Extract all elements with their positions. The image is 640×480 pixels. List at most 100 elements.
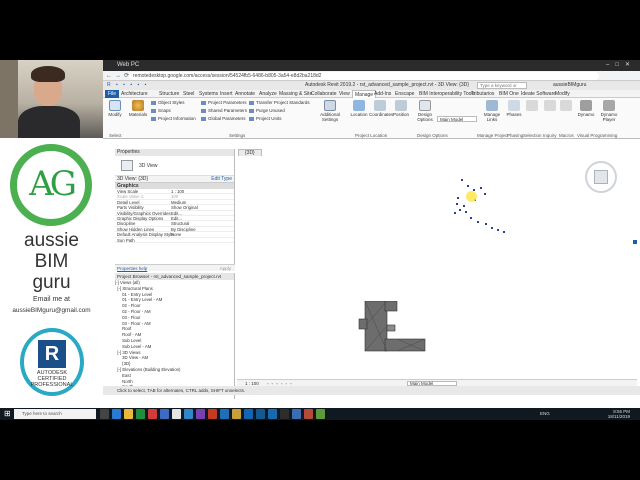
window-controls[interactable]: –□✕ (606, 60, 636, 71)
wall-block-top (384, 301, 398, 312)
quick-access-toolbar[interactable]: R ▪ ▪ ▪ ▪ ▪ (107, 81, 148, 90)
windows-taskbar: ⊞ Type here to search 8:55 PM 18/11/2019… (0, 408, 640, 420)
selection-button[interactable] (525, 100, 539, 112)
app-icon-red[interactable] (148, 409, 157, 419)
type-selector[interactable]: 3D View (115, 156, 234, 176)
design-options-icon (419, 100, 431, 111)
system-tray[interactable]: 8:55 PM 18/11/2019 (560, 409, 630, 419)
tab-annotate[interactable]: Annotate (235, 90, 255, 98)
transfer-standards-button[interactable]: Transfer Project Standards (249, 100, 310, 106)
project-information-label: Project Information (158, 116, 196, 121)
project-information-button[interactable]: Project Information (151, 116, 196, 122)
project-units-button[interactable]: Project Units (249, 116, 282, 122)
presenter-webcam (0, 60, 103, 138)
design-option-select[interactable]: Main Model (437, 116, 477, 122)
modify-label: Modify (108, 112, 122, 117)
tab-steel[interactable]: Steel (183, 90, 194, 98)
tab-insert[interactable]: Insert (220, 90, 233, 98)
tab-modify[interactable]: Modify (555, 90, 570, 98)
webcam-background (0, 60, 18, 138)
app-icon-steel[interactable] (292, 409, 301, 419)
view-tab-3d[interactable]: {3D} (238, 149, 262, 156)
coordinates-label: Coordinates (369, 112, 394, 117)
side-toggle-icon[interactable] (633, 240, 637, 244)
tab-architecture[interactable]: Architecture (121, 90, 148, 98)
shared-parameters-button[interactable]: Shared Parameters (201, 108, 247, 114)
app-icon-white[interactable] (172, 409, 181, 419)
instance-selector[interactable]: 3D View: {3D} Edit Type (115, 176, 234, 183)
viewcube-icon[interactable] (585, 161, 617, 193)
modify-button[interactable]: Modify (105, 100, 125, 117)
revit-app-icon-3[interactable] (268, 409, 277, 419)
macros-button[interactable] (559, 100, 573, 112)
materials-button[interactable]: Materials (127, 100, 149, 117)
property-row[interactable]: Sun Path (115, 238, 234, 243)
properties-help-link[interactable]: Properties help (117, 265, 147, 272)
app-icon-green[interactable] (316, 409, 325, 419)
tab-ideate[interactable]: Ideate Software (521, 90, 556, 98)
tab-massing-site[interactable]: Massing & Site (279, 90, 312, 98)
tab-systems[interactable]: Systems (199, 90, 218, 98)
app-icon-navy[interactable] (220, 409, 229, 419)
app-icon-blue[interactable] (160, 409, 169, 419)
app-icon-rust[interactable] (304, 409, 313, 419)
dynamo-button[interactable]: Dynamo (577, 100, 595, 117)
location-label: Location (350, 112, 368, 117)
additional-settings-button[interactable]: Additional Settings (315, 100, 345, 122)
tab-structure[interactable]: Structure (159, 90, 179, 98)
phases-button[interactable]: Phases (505, 100, 523, 117)
additional-settings-icon (324, 100, 336, 111)
tab-view[interactable]: View (339, 90, 350, 98)
revit-app-icon-2[interactable] (256, 409, 265, 419)
project-parameters-button[interactable]: Project Parameters (201, 100, 247, 106)
manage-links-button[interactable]: Manage Links (481, 100, 503, 122)
file-explorer-icon[interactable] (124, 409, 133, 419)
coordinates-button[interactable]: Coordinates (369, 100, 394, 117)
tab-add-ins[interactable]: Add-Ins (374, 90, 391, 98)
tab-analyze[interactable]: Analyze (259, 90, 277, 98)
taskbar-search-input[interactable]: Type here to search (14, 409, 96, 419)
user-account[interactable]: aussieBIMguru (553, 81, 586, 90)
drawing-canvas[interactable]: {3D} (237, 149, 637, 379)
help-search-input[interactable]: Type a keyword or phrase (477, 82, 527, 94)
windows-start-icon[interactable]: ⊞ (4, 410, 11, 418)
chrome-icon[interactable] (136, 409, 145, 419)
tab-bim-interoperability[interactable]: BIM Interoperability Tools (419, 90, 475, 98)
manage-links-label: Manage Links (483, 112, 501, 122)
object-styles-icon (151, 100, 156, 105)
object-styles-button[interactable]: Object Styles (151, 100, 185, 106)
url-input[interactable]: remotedesktop.google.com/access/session/… (129, 72, 599, 80)
email-address: aussieBIMguru@gmail.com (12, 307, 91, 314)
tab-tributarios[interactable]: Tributarios (471, 90, 494, 98)
apply-button[interactable]: Apply (220, 265, 231, 272)
design-options-button[interactable]: Design Options (415, 100, 435, 122)
edge-icon[interactable] (112, 409, 121, 419)
edit-type-button[interactable]: Edit Type (211, 176, 232, 183)
inquiry-button[interactable] (543, 100, 557, 112)
revit-app-icon[interactable] (244, 409, 253, 419)
language-indicator[interactable]: ENG (540, 411, 550, 416)
purge-unused-button[interactable]: Purge Unused (249, 108, 285, 114)
task-view-icon[interactable] (100, 409, 109, 419)
design-options-label: Design Options (417, 112, 433, 122)
snaps-button[interactable]: Snaps (151, 108, 171, 114)
tab-bim-one[interactable]: BIM One (499, 90, 519, 98)
tab-collaborate[interactable]: Collaborate (311, 90, 337, 98)
position-button[interactable]: Position (391, 100, 411, 117)
app-icon-gold[interactable] (232, 409, 241, 419)
cert-subtitle: CERTIFIED PROFESSIONAL (30, 376, 74, 388)
app-icon-orange[interactable] (208, 409, 217, 419)
tab-file[interactable]: File (105, 90, 120, 98)
viewcube-box[interactable] (594, 170, 608, 184)
tab-enscape[interactable]: Enscape (395, 90, 414, 98)
dynamo-player-button[interactable]: Dynamo Player (597, 100, 621, 122)
browser-tab-title[interactable]: Web PC (117, 62, 139, 68)
global-parameters-button[interactable]: Global Parameters (201, 116, 246, 122)
app-icon-dark[interactable] (280, 409, 289, 419)
selection-group-label: Selection (523, 133, 542, 138)
app-icon-purple[interactable] (196, 409, 205, 419)
location-button[interactable]: Location (349, 100, 369, 117)
project-browser: Project Browser - rst_advanced_sample_pr… (115, 273, 235, 399)
brand-line-1: aussie (24, 230, 79, 251)
app-icon-light-blue[interactable] (184, 409, 193, 419)
